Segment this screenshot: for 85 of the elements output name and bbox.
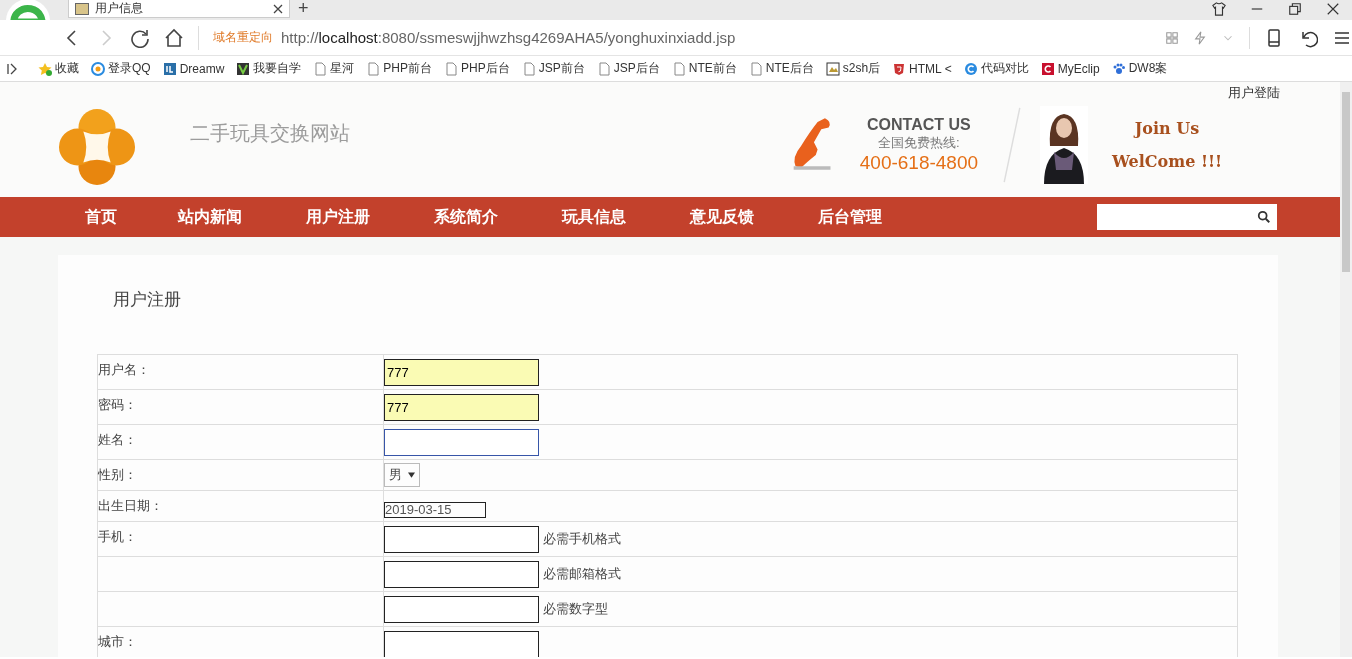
browser-tab[interactable]: 用户信息: [68, 0, 290, 18]
nav-link[interactable]: 玩具信息: [562, 206, 690, 228]
bookmark[interactable]: JSP前台: [521, 60, 585, 77]
bookmark[interactable]: 星河: [313, 60, 355, 77]
shield-icon: [892, 61, 907, 76]
bookmark[interactable]: DW8案: [1111, 60, 1168, 77]
input-field[interactable]: [384, 630, 539, 657]
field-label: 密码：: [98, 396, 138, 414]
home-icon[interactable]: [164, 27, 184, 48]
page-icon: [671, 61, 686, 76]
join-heading: Join Us: [1134, 119, 1200, 138]
input-field[interactable]: [384, 560, 539, 588]
login-link[interactable]: 用户登陆: [1228, 84, 1280, 102]
address-bar[interactable]: 域名重定向 http://localhost:8080/ssmeswjjhwzhsg4269AHA5/yonghuxinxiadd.jsp: [198, 25, 1151, 50]
bookmark[interactable]: NTE后台: [748, 60, 814, 77]
new-tab-button[interactable]: +: [290, 0, 317, 16]
bookmark[interactable]: Dreamw: [162, 61, 225, 76]
lightning-icon[interactable]: [1193, 30, 1207, 45]
field-hint: 必需手机格式: [543, 530, 621, 548]
bookmark[interactable]: 收藏: [38, 60, 79, 77]
bookmark[interactable]: PHP后台: [444, 60, 510, 77]
nav-link[interactable]: 意见反馈: [690, 206, 818, 228]
page-icon: [596, 61, 611, 76]
scrollbar[interactable]: [1340, 82, 1352, 657]
bookmark[interactable]: JSP后台: [596, 60, 660, 77]
field-label: 出生日期：: [98, 497, 164, 515]
form-title: 用户注册: [112, 289, 182, 311]
hotline-label: 全国免费热线:: [878, 134, 960, 152]
field-label: 性别：: [98, 466, 138, 484]
page-icon: [521, 61, 536, 76]
bookmark[interactable]: s2sh后: [825, 60, 881, 77]
nav-link[interactable]: 站内新闻: [178, 206, 306, 228]
letter-circle-icon: [963, 61, 978, 76]
input-field[interactable]: [384, 428, 539, 456]
search-field[interactable]: [1097, 204, 1277, 230]
bookmark[interactable]: MyEclip: [1040, 61, 1100, 76]
input-field[interactable]: 777: [384, 358, 539, 386]
ring-icon: [91, 61, 105, 76]
phone-number: 400-618-4800: [859, 152, 979, 174]
page-icon: [313, 61, 328, 76]
nav-link[interactable]: 用户注册: [306, 206, 434, 228]
divider-line-icon: [1001, 106, 1022, 184]
app-icon: [1040, 61, 1055, 76]
date-field[interactable]: 2019-03-15: [384, 502, 486, 518]
logo-icon: [58, 107, 136, 186]
paw-icon: [1111, 61, 1126, 76]
page-icon: [748, 61, 763, 76]
sidebar-toggle-icon[interactable]: [6, 61, 18, 76]
app-icon: [162, 61, 177, 76]
reload-icon[interactable]: [130, 27, 150, 48]
bookmark[interactable]: HTML <: [892, 61, 952, 76]
field-label: 手机：: [98, 528, 138, 546]
shirt-icon[interactable]: [1212, 2, 1226, 16]
page-icon: [366, 61, 381, 76]
gender-dropdown[interactable]: 男: [384, 463, 420, 487]
bookmark[interactable]: NTE前台: [671, 60, 737, 77]
star-icon: [38, 61, 52, 76]
field-label: 姓名：: [98, 431, 138, 449]
tab-title: 用户信息: [95, 0, 144, 17]
bookmark[interactable]: 我要自学: [236, 60, 302, 77]
nav-link[interactable]: 首页: [85, 206, 178, 228]
page-favicon-icon: [75, 2, 89, 15]
input-field[interactable]: 777: [384, 393, 539, 421]
restore-icon[interactable]: [1288, 2, 1302, 16]
field-hint: 必需数字型: [543, 600, 608, 618]
nav-link[interactable]: 系统简介: [434, 206, 562, 228]
page-icon: [444, 61, 459, 76]
input-field[interactable]: [384, 595, 539, 623]
bookmark[interactable]: PHP前台: [366, 60, 433, 77]
close-tab-icon[interactable]: [273, 3, 283, 14]
field-label: 城市：: [98, 633, 138, 651]
nav-link[interactable]: 后台管理: [818, 206, 946, 228]
leaf-icon: [236, 61, 251, 76]
search-icon[interactable]: [1257, 210, 1271, 224]
field-hint: 必需邮箱格式: [543, 565, 621, 583]
caret-icon: [408, 472, 415, 478]
site-title: 二手玩具交换网站: [190, 120, 350, 147]
contact-title: CONTACT US: [867, 116, 971, 134]
welcome-text: WelCome !!!: [1111, 152, 1222, 171]
close-icon[interactable]: [1326, 2, 1340, 16]
bookmark[interactable]: 代码对比: [963, 60, 1029, 77]
field-label: 用户名：: [98, 361, 151, 379]
image-icon: [825, 61, 840, 76]
bookmark[interactable]: 登录QQ: [91, 60, 151, 77]
input-field[interactable]: [384, 525, 539, 553]
